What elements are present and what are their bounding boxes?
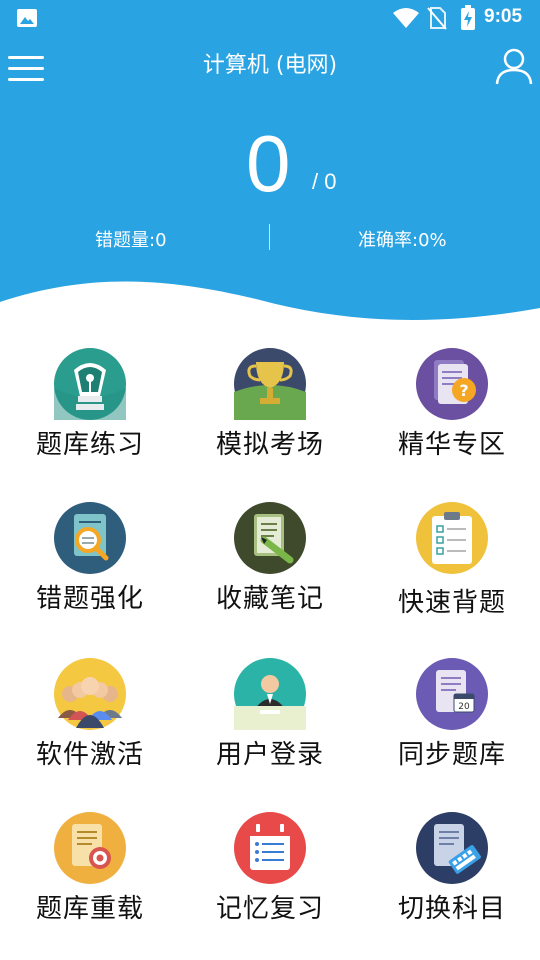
grid-item-essentials[interactable]: ? 精华专区 xyxy=(362,348,540,488)
header-wave xyxy=(0,281,540,340)
score-value: 0 xyxy=(246,119,291,208)
wrong-count: 错题量:0 xyxy=(95,230,167,251)
trophy-icon xyxy=(234,348,306,420)
grid-item-favorites-notes[interactable]: 收藏笔记 xyxy=(180,502,360,642)
grid-item-switch-subject[interactable]: 切换科目 xyxy=(362,812,540,952)
document-question-icon: ? xyxy=(416,348,488,420)
accuracy-rate: 准确率:0% xyxy=(358,230,447,251)
document-target-icon xyxy=(54,812,126,884)
svg-text:?: ? xyxy=(459,381,468,400)
grid-item-label: 用户登录 xyxy=(215,740,324,770)
grid-item-label: 题库重载 xyxy=(35,894,144,924)
pen-nib-icon xyxy=(54,348,126,420)
stat-divider xyxy=(269,224,270,250)
grid-item-question-practice[interactable]: 题库练习 xyxy=(0,348,180,488)
status-bar: 9:05 xyxy=(0,0,540,36)
grid-item-label: 收藏笔记 xyxy=(215,584,324,614)
people-group-icon xyxy=(54,658,126,730)
calendar-list-icon xyxy=(234,812,306,884)
document-keyboard-icon xyxy=(416,812,488,884)
grid-item-activate-software[interactable]: 软件激活 xyxy=(0,658,180,798)
no-sim-icon xyxy=(427,7,447,30)
grid-item-label: 快速背题 xyxy=(397,588,506,618)
grid-item-label: 软件激活 xyxy=(35,740,144,770)
total-count: / 0 xyxy=(312,169,337,194)
battery-charging-icon xyxy=(461,5,475,30)
grid-item-wrong-reinforce[interactable]: 错题强化 xyxy=(0,502,180,642)
grid-item-user-login[interactable]: 用户登录 xyxy=(180,658,360,798)
grid-item-label: 记忆复习 xyxy=(215,894,324,924)
grid-item-label: 错题强化 xyxy=(35,584,144,614)
clipboard-checklist-icon xyxy=(416,502,488,574)
grid-item-label: 同步题库 xyxy=(397,740,506,770)
page-title: 计算机 (电网) xyxy=(202,53,338,78)
grid-item-quick-memorize[interactable]: 快速背题 xyxy=(362,502,540,642)
gallery-notification-icon xyxy=(17,9,37,27)
grid-item-label: 切换科目 xyxy=(397,894,506,924)
user-desk-icon xyxy=(234,658,306,730)
status-time: 9:05 xyxy=(484,6,523,27)
grid-item-sync-bank[interactable]: 20 同步题库 xyxy=(362,658,540,798)
grid-item-memory-review[interactable]: 记忆复习 xyxy=(180,812,360,952)
wifi-icon xyxy=(393,8,419,28)
svg-text:20: 20 xyxy=(458,702,470,712)
user-profile-icon[interactable] xyxy=(494,46,534,86)
grid-item-label: 模拟考场 xyxy=(215,430,324,460)
notebook-pencil-icon xyxy=(234,502,306,574)
document-calendar-icon: 20 xyxy=(416,658,488,730)
magnifier-document-icon xyxy=(54,502,126,574)
grid-item-label: 精华专区 xyxy=(397,430,506,460)
grid-item-label: 题库练习 xyxy=(35,430,144,460)
grid-item-mock-exam[interactable]: 模拟考场 xyxy=(180,348,360,488)
grid-item-reload-bank[interactable]: 题库重载 xyxy=(0,812,180,952)
